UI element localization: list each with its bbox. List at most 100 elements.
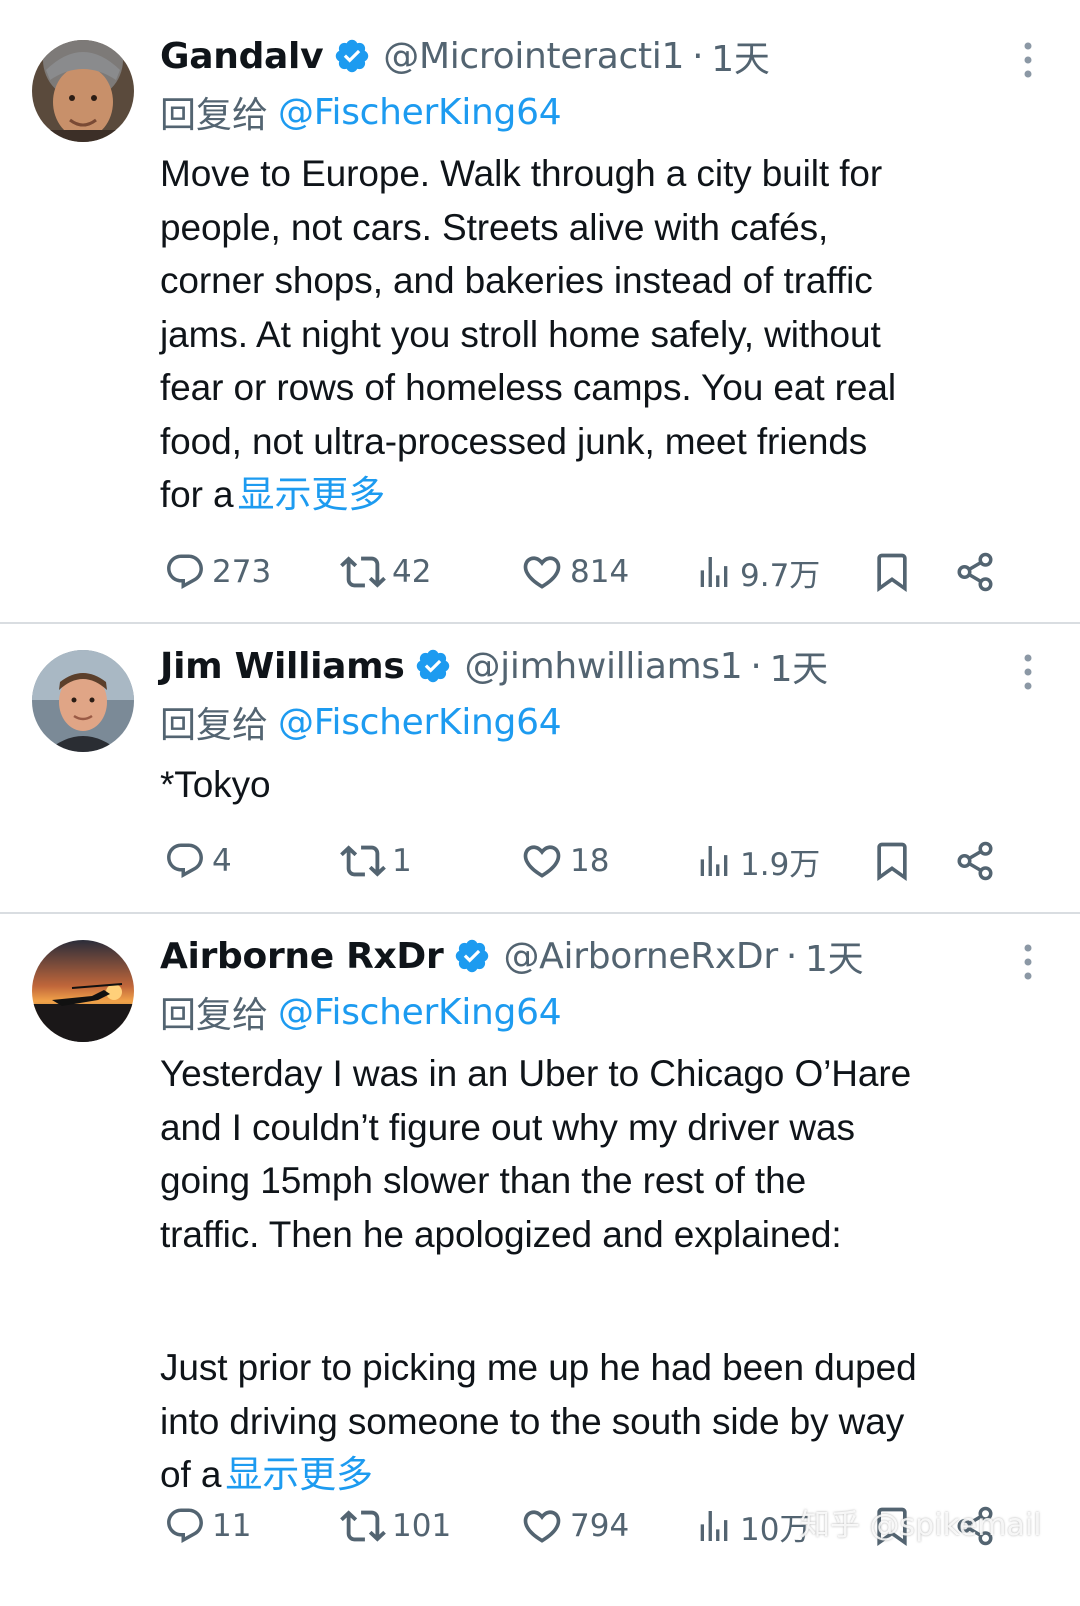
tweet-text[interactable]: Yesterday I was in an Uber to Chicago O’… (160, 1047, 1040, 1502)
tweet-header: Airborne RxDr @AirborneRxDr · 1天 (160, 930, 864, 982)
views-button[interactable]: 1.9万 (694, 831, 820, 891)
more-options-icon[interactable] (1016, 40, 1040, 80)
share-button[interactable] (954, 831, 1002, 891)
reply-prefix: 回复给 (160, 705, 269, 746)
display-name[interactable]: Gandalv (160, 36, 324, 77)
views-button[interactable]: 10万 (694, 1496, 810, 1556)
verified-badge-icon[interactable] (333, 37, 371, 75)
tweet-2[interactable]: Jim Williams @jimhwilliams1 · 1天 回复给 @Fi… (0, 624, 1080, 912)
reply-count: 4 (212, 843, 232, 879)
action-bar: 4 1 18 1.9万 (160, 831, 1040, 891)
reply-button[interactable]: 273 (164, 542, 271, 602)
reply-target-link[interactable]: @FischerKing64 (278, 702, 562, 743)
timestamp[interactable]: 1天 (805, 930, 864, 982)
like-icon (523, 556, 561, 589)
avatar[interactable] (32, 40, 134, 142)
avatar[interactable] (32, 650, 134, 752)
text-line-last: of a 显示更多 (160, 1448, 1040, 1502)
like-count: 814 (570, 554, 630, 590)
bookmark-button[interactable] (870, 1496, 920, 1556)
views-count: 10万 (740, 1511, 811, 1548)
repost-button[interactable]: 101 (340, 1496, 451, 1556)
reply-to-line: 回复给 @FischerKing64 (160, 988, 562, 1037)
bookmark-icon (877, 842, 907, 882)
show-more-link[interactable]: 显示更多 (225, 1454, 373, 1495)
tweet-header: Jim Williams @jimhwilliams1 · 1天 (160, 641, 828, 691)
views-icon (700, 557, 728, 587)
views-count: 9.7万 (740, 557, 821, 594)
like-button[interactable]: 794 (520, 1496, 629, 1556)
text-line: Just prior to picking me up he had been … (160, 1347, 917, 1388)
share-icon (957, 841, 993, 881)
text-line-blank (160, 1261, 1040, 1341)
repost-button[interactable]: 1 (340, 831, 412, 891)
views-count: 1.9万 (740, 846, 821, 883)
text-line: and I couldn’t figure out why my driver … (160, 1106, 855, 1148)
reply-button[interactable]: 11 (164, 1496, 251, 1556)
timestamp[interactable]: 1天 (770, 640, 829, 692)
repost-button[interactable]: 42 (340, 542, 431, 602)
views-button[interactable]: 9.7万 (694, 542, 820, 602)
user-handle[interactable]: @AirborneRxDr (503, 936, 778, 977)
repost-icon (340, 556, 386, 588)
action-bar: 273 42 814 9.7万 (160, 542, 1040, 602)
text-line: into driving someone to the south side b… (160, 1400, 905, 1442)
reply-button[interactable]: 4 (164, 831, 232, 891)
share-icon (957, 552, 993, 592)
share-button[interactable] (954, 1496, 1002, 1556)
more-options-icon[interactable] (1016, 942, 1040, 982)
text-line: corner shops, and bakeries instead of tr… (160, 260, 873, 301)
show-more-link[interactable]: 显示更多 (238, 474, 386, 515)
tweet-header: Gandalv @Microinteracti1 · 1天 (160, 31, 770, 81)
text-line: fear or rows of homeless camps. You eat … (160, 367, 896, 408)
action-bar: 11 101 794 10万 (160, 1496, 1040, 1556)
repost-count: 101 (392, 1508, 452, 1544)
text-line-content: for a (160, 474, 234, 515)
views-icon (700, 1511, 728, 1541)
more-options-icon[interactable] (1016, 652, 1040, 692)
verified-badge-icon[interactable] (414, 647, 452, 685)
separator-dot: · (692, 35, 704, 77)
like-button[interactable]: 814 (520, 542, 629, 602)
display-name[interactable]: Jim Williams (160, 646, 405, 687)
like-icon (523, 845, 561, 878)
repost-icon (340, 845, 386, 877)
like-count: 18 (570, 843, 610, 879)
tweet-1[interactable]: Gandalv @Microinteracti1 · 1天 回复给 @Fisch… (0, 0, 1080, 622)
text-line: food, not ultra-processed junk, meet fri… (160, 420, 868, 462)
text-line: going 15mph slower than the rest of the (160, 1160, 807, 1201)
tweet-text[interactable]: Move to Europe. Walk through a city buil… (160, 147, 1040, 522)
user-handle[interactable]: @jimhwilliams1 (464, 646, 742, 687)
like-count: 794 (570, 1508, 630, 1544)
views-icon (700, 846, 728, 876)
bookmark-button[interactable] (870, 542, 920, 602)
reply-target-link[interactable]: @FischerKing64 (278, 992, 562, 1033)
like-button[interactable]: 18 (520, 831, 609, 891)
text-line: people, not cars. Streets alive with caf… (160, 206, 829, 248)
reply-prefix: 回复给 (160, 995, 269, 1036)
reply-target-link[interactable]: @FischerKing64 (278, 92, 562, 133)
share-button[interactable] (954, 542, 1002, 602)
verified-badge-icon[interactable] (453, 937, 491, 975)
repost-icon (340, 1510, 386, 1542)
bookmark-button[interactable] (870, 831, 920, 891)
text-line: jams. At night you stroll home safely, w… (160, 313, 881, 355)
bookmark-icon (877, 1507, 907, 1547)
tweet-3[interactable]: Airborne RxDr @AirborneRxDr · 1天 回复给 @Fi… (0, 914, 1080, 1606)
text-line: traffic. Then he apologized and explaine… (160, 1213, 842, 1255)
reply-count: 11 (212, 1508, 252, 1544)
tweet-text[interactable]: *Tokyo (160, 758, 1040, 812)
display-name[interactable]: Airborne RxDr (160, 936, 444, 977)
text-line: Move to Europe. Walk through a city buil… (160, 153, 883, 194)
reply-count: 273 (212, 554, 272, 590)
text-line-content: of a (160, 1454, 222, 1495)
reply-icon (167, 554, 203, 589)
separator-dot: · (785, 935, 798, 977)
reply-prefix: 回复给 (160, 95, 269, 136)
timestamp[interactable]: 1天 (711, 30, 770, 82)
like-icon (523, 1510, 561, 1543)
avatar[interactable] (32, 940, 134, 1042)
reply-to-line: 回复给 @FischerKing64 (160, 88, 562, 137)
reply-icon (167, 843, 203, 878)
user-handle[interactable]: @Microinteracti1 (383, 36, 684, 77)
